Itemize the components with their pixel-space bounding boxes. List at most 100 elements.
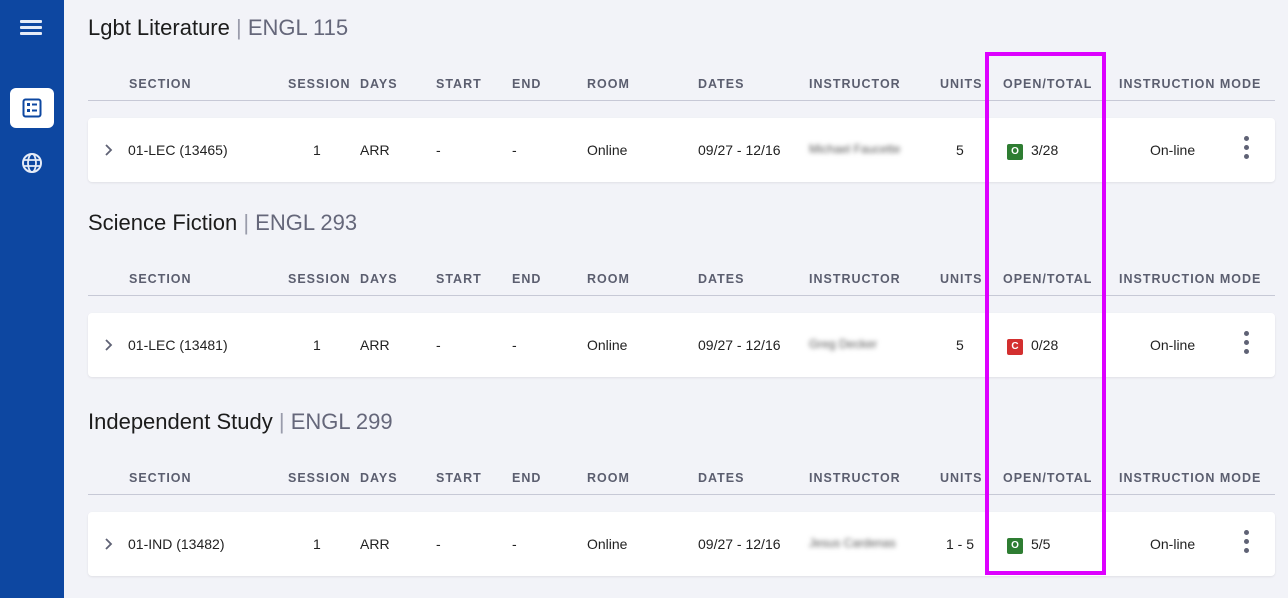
instruction-mode-cell: On-line xyxy=(1150,536,1196,552)
instruction-mode-cell: On-line xyxy=(1150,337,1196,353)
course-name: Independent Study xyxy=(88,409,273,434)
room-cell: Online xyxy=(587,337,628,353)
table-header: SECTION SESSION DAYS START END ROOM DATE… xyxy=(88,272,1275,296)
course-code: ENGL 299 xyxy=(290,409,393,434)
dates-cell: 09/27 - 12/16 xyxy=(698,337,781,353)
column-header-section: SECTION xyxy=(129,77,192,91)
column-header-instructor: INSTRUCTOR xyxy=(809,77,901,91)
column-header-days: DAYS xyxy=(360,471,398,485)
course-title: Lgbt Literature | ENGL 115 xyxy=(88,15,348,41)
column-header-dates: DATES xyxy=(698,471,745,485)
days-cell: ARR xyxy=(360,337,390,353)
column-header-end: END xyxy=(512,77,542,91)
column-header-instruction-mode: INSTRUCTION MODE xyxy=(1119,272,1262,286)
column-header-open-total: OPEN/TOTAL xyxy=(1003,471,1093,485)
instructor-cell: Jesus Cardenas xyxy=(809,536,896,550)
title-separator: | xyxy=(243,210,250,235)
status-badge: C xyxy=(1007,339,1023,355)
globe-icon[interactable] xyxy=(10,143,54,183)
section-cell: 01-LEC (13465) xyxy=(128,142,228,158)
column-header-end: END xyxy=(512,272,542,286)
days-cell: ARR xyxy=(360,536,390,552)
section-row[interactable]: 01-LEC (13481) 1 ARR - - Online 09/27 - … xyxy=(88,313,1275,377)
days-cell: ARR xyxy=(360,142,390,158)
schedule-list-icon[interactable] xyxy=(10,88,54,128)
more-options-icon[interactable] xyxy=(1238,530,1254,558)
section-cell: 01-IND (13482) xyxy=(128,536,225,552)
start-cell: - xyxy=(436,142,441,158)
status-badge: O xyxy=(1007,144,1023,160)
end-cell: - xyxy=(512,536,517,552)
course-title: Independent Study | ENGL 299 xyxy=(88,409,393,435)
column-header-section: SECTION xyxy=(129,471,192,485)
open-total-cell: C 0/28 xyxy=(1007,337,1058,355)
column-header-days: DAYS xyxy=(360,272,398,286)
column-header-start: START xyxy=(436,77,482,91)
units-cell: 5 xyxy=(956,337,964,353)
column-header-instructor: INSTRUCTOR xyxy=(809,471,901,485)
status-badge: O xyxy=(1007,538,1023,554)
instruction-mode-cell: On-line xyxy=(1150,142,1196,158)
column-header-days: DAYS xyxy=(360,77,398,91)
end-cell: - xyxy=(512,337,517,353)
column-header-end: END xyxy=(512,471,542,485)
column-header-open-total: OPEN/TOTAL xyxy=(1003,77,1093,91)
column-header-room: ROOM xyxy=(587,77,630,91)
course-title: Science Fiction | ENGL 293 xyxy=(88,210,357,236)
session-cell: 1 xyxy=(313,536,321,552)
column-header-room: ROOM xyxy=(587,471,630,485)
instructor-cell: Michael Faucette xyxy=(809,142,901,156)
course-code: ENGL 115 xyxy=(247,15,349,40)
dates-cell: 09/27 - 12/16 xyxy=(698,142,781,158)
chevron-right-icon[interactable] xyxy=(102,537,114,551)
column-header-session: SESSION xyxy=(288,272,351,286)
column-header-units: UNITS xyxy=(940,77,983,91)
dates-cell: 09/27 - 12/16 xyxy=(698,536,781,552)
start-cell: - xyxy=(436,536,441,552)
sidebar xyxy=(0,0,64,598)
instructor-cell: Greg Decker xyxy=(809,337,878,351)
open-total-value: 5/5 xyxy=(1031,536,1051,552)
column-header-dates: DATES xyxy=(698,272,745,286)
column-header-session: SESSION xyxy=(288,471,351,485)
course-name: Lgbt Literature xyxy=(88,15,230,40)
column-header-session: SESSION xyxy=(288,77,351,91)
table-header: SECTION SESSION DAYS START END ROOM DATE… xyxy=(88,77,1275,101)
chevron-right-icon[interactable] xyxy=(102,143,114,157)
start-cell: - xyxy=(436,337,441,353)
section-row[interactable]: 01-IND (13482) 1 ARR - - Online 09/27 - … xyxy=(88,512,1275,576)
table-header: SECTION SESSION DAYS START END ROOM DATE… xyxy=(88,471,1275,495)
column-header-dates: DATES xyxy=(698,77,745,91)
end-cell: - xyxy=(512,142,517,158)
column-header-section: SECTION xyxy=(129,272,192,286)
column-header-room: ROOM xyxy=(587,272,630,286)
column-header-instruction-mode: INSTRUCTION MODE xyxy=(1119,77,1262,91)
more-options-icon[interactable] xyxy=(1238,136,1254,164)
title-separator: | xyxy=(278,409,285,434)
room-cell: Online xyxy=(587,536,628,552)
open-total-cell: O 3/28 xyxy=(1007,142,1058,160)
section-cell: 01-LEC (13481) xyxy=(128,337,228,353)
hamburger-menu-icon[interactable] xyxy=(20,20,44,40)
section-row[interactable]: 01-LEC (13465) 1 ARR - - Online 09/27 - … xyxy=(88,118,1275,182)
title-separator: | xyxy=(236,15,242,40)
session-cell: 1 xyxy=(313,337,321,353)
column-header-start: START xyxy=(436,471,482,485)
room-cell: Online xyxy=(587,142,628,158)
column-header-start: START xyxy=(436,272,482,286)
session-cell: 1 xyxy=(313,142,321,158)
column-header-units: UNITS xyxy=(940,272,983,286)
column-header-instruction-mode: INSTRUCTION MODE xyxy=(1119,471,1262,485)
column-header-units: UNITS xyxy=(940,471,983,485)
open-total-value: 0/28 xyxy=(1031,337,1059,353)
units-cell: 1 - 5 xyxy=(946,536,975,552)
column-header-instructor: INSTRUCTOR xyxy=(809,272,901,286)
more-options-icon[interactable] xyxy=(1238,331,1254,359)
open-total-cell: O 5/5 xyxy=(1007,536,1050,554)
column-header-open-total: OPEN/TOTAL xyxy=(1003,272,1093,286)
open-total-value: 3/28 xyxy=(1031,142,1059,158)
course-code: ENGL 293 xyxy=(255,210,358,235)
units-cell: 5 xyxy=(956,142,964,158)
course-name: Science Fiction xyxy=(88,210,238,235)
chevron-right-icon[interactable] xyxy=(102,338,114,352)
